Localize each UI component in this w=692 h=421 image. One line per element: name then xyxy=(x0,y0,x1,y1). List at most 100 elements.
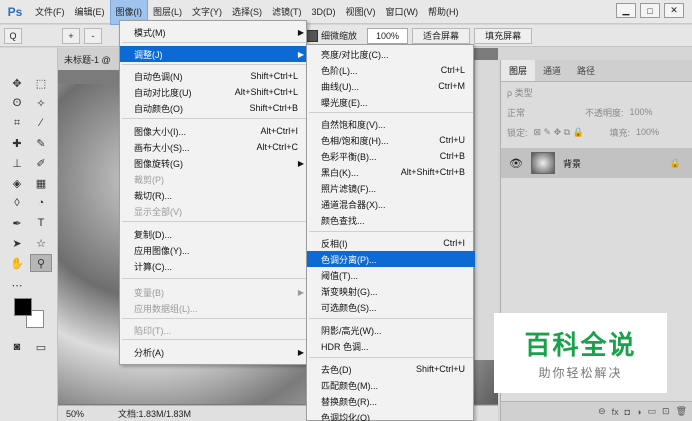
window-controls: ▁ □ ✕ xyxy=(616,3,684,18)
fx-icon[interactable]: fx xyxy=(612,407,619,417)
menu-item[interactable]: 照片滤镜(F)... xyxy=(307,180,475,196)
menu-item[interactable]: 图像大小(I)... Alt+Ctrl+I xyxy=(120,123,308,139)
tab-layers[interactable]: 图层 xyxy=(501,60,536,81)
fill-field[interactable]: 100% xyxy=(636,127,659,137)
zoom-tool-preset-icon[interactable]: Q xyxy=(4,27,22,44)
magic-wand-icon[interactable]: ✧ xyxy=(30,94,52,112)
menu-item[interactable]: 色调分离(P)... xyxy=(307,251,475,267)
eyedropper-icon[interactable]: ⁄ xyxy=(30,114,52,132)
lasso-tool-icon[interactable]: ʘ xyxy=(6,94,28,112)
minimize-button[interactable]: ▁ xyxy=(616,3,636,18)
healing-brush-icon[interactable]: ✚ xyxy=(6,134,28,152)
more-tools-icon[interactable]: ⋯ xyxy=(6,276,28,294)
menu-item[interactable]: 裁切(R)... xyxy=(120,187,308,203)
menu-item[interactable]: 自动色调(N) Shift+Ctrl+L xyxy=(120,68,308,84)
menu-8[interactable]: 视图(V) xyxy=(341,0,381,24)
document-tab[interactable]: 未标题-1 @ xyxy=(58,48,120,70)
close-button[interactable]: ✕ xyxy=(664,3,684,18)
menu-item[interactable]: 应用图像(Y)... xyxy=(120,242,308,258)
menu-10[interactable]: 帮助(H) xyxy=(423,0,464,24)
hand-tool-icon[interactable]: ✋ xyxy=(6,254,28,272)
menu-item[interactable]: 模式(M) ▶ xyxy=(120,24,308,40)
pen-tool-icon[interactable]: ✒ xyxy=(6,214,28,232)
menu-item[interactable]: 反相(I) Ctrl+I xyxy=(307,235,475,251)
document-info: 文档:1.83M/1.83M xyxy=(118,409,192,419)
dodge-tool-icon[interactable]: ◔ xyxy=(30,194,52,212)
lock-icons[interactable]: ⊠ ✎ ✥ ⧉ 🔒 xyxy=(534,127,604,138)
layer-row-background[interactable]: 👁 背景 🔒 xyxy=(501,148,692,178)
adjustment-layer-icon[interactable]: ◑ xyxy=(636,407,641,417)
history-brush-icon[interactable]: ✐ xyxy=(30,154,52,172)
zoom-percent-field[interactable]: 100% xyxy=(367,27,409,44)
menu-item[interactable]: 复制(D)... xyxy=(120,226,308,242)
path-select-icon[interactable]: ➤ xyxy=(6,234,28,252)
group-icon[interactable]: ▭ xyxy=(648,406,657,417)
trash-icon[interactable]: 🗑 xyxy=(676,406,687,417)
menu-item[interactable]: 阈值(T)... xyxy=(307,267,475,283)
menu-item[interactable]: 分析(A) ▶ xyxy=(120,344,308,360)
menu-item[interactable]: 色调均化(Q) xyxy=(307,409,475,421)
blur-tool-icon[interactable]: ◊ xyxy=(6,194,28,212)
gradient-tool-icon[interactable]: ▦ xyxy=(30,174,52,192)
menu-item[interactable]: 自动对比度(U) Alt+Shift+Ctrl+L xyxy=(120,84,308,100)
menu-item[interactable]: 亮度/对比度(C)... xyxy=(307,46,475,62)
screen-mode-icon[interactable]: ▭ xyxy=(30,338,52,356)
menu-7[interactable]: 3D(D) xyxy=(307,0,341,24)
menu-item[interactable]: 颜色查找... xyxy=(307,212,475,228)
menu-0[interactable]: 文件(F) xyxy=(30,0,70,24)
menu-item[interactable]: 色彩平衡(B)... Ctrl+B xyxy=(307,148,475,164)
move-tool-icon[interactable]: ✥ xyxy=(6,74,28,92)
fit-screen-button[interactable]: 适合屏幕 xyxy=(412,27,471,44)
menu-item[interactable]: 通道混合器(X)... xyxy=(307,196,475,212)
menu-item[interactable]: 画布大小(S)... Alt+Ctrl+C xyxy=(120,139,308,155)
menu-item[interactable]: 色相/饱和度(H)... Ctrl+U xyxy=(307,132,475,148)
tab-paths[interactable]: 路径 xyxy=(569,60,603,81)
menu-item[interactable]: 自然饱和度(V)... xyxy=(307,116,475,132)
opacity-field[interactable]: 100% xyxy=(630,107,653,117)
fill-label: 填充: xyxy=(609,127,631,138)
shape-tool-icon[interactable]: ☆ xyxy=(30,234,52,252)
brush-tool-icon[interactable]: ✎ xyxy=(30,134,52,152)
menu-item[interactable]: 自动颜色(O) Shift+Ctrl+B xyxy=(120,100,308,116)
menu-1[interactable]: 编辑(E) xyxy=(70,0,110,24)
menu-item[interactable]: 渐变映射(G)... xyxy=(307,283,475,299)
marquee-tool-icon[interactable]: ⬚ xyxy=(30,74,52,92)
menu-item[interactable]: 替换颜色(R)... xyxy=(307,393,475,409)
zoom-options: 细微缩放 100% 适合屏幕 填充屏幕 xyxy=(302,27,533,44)
zoom-out-button[interactable]: - xyxy=(84,27,102,44)
foreground-color-swatch[interactable] xyxy=(14,298,32,316)
eraser-icon[interactable]: ◈ xyxy=(6,174,28,192)
link-layers-icon[interactable]: ⊖ xyxy=(598,406,606,417)
menu-item[interactable]: 黑白(K)... Alt+Shift+Ctrl+B xyxy=(307,164,475,180)
menu-item[interactable]: 调整(J) ▶ xyxy=(120,46,308,62)
clone-stamp-icon[interactable]: ⊥ xyxy=(6,154,28,172)
zoom-level[interactable]: 50% xyxy=(58,409,92,419)
type-tool-icon[interactable]: T xyxy=(30,214,52,232)
menu-item[interactable]: 曝光度(E)... xyxy=(307,94,475,110)
fill-screen-button[interactable]: 填充屏幕 xyxy=(474,27,533,44)
menu-item[interactable]: 计算(C)... xyxy=(120,258,308,274)
menu-item[interactable]: 可选颜色(S)... xyxy=(307,299,475,315)
add-mask-icon[interactable]: ◘ xyxy=(625,407,630,417)
menu-item[interactable]: HDR 色调... xyxy=(307,338,475,354)
eye-icon[interactable]: 👁 xyxy=(509,157,523,170)
tab-channels[interactable]: 通道 xyxy=(535,60,569,81)
maximize-button[interactable]: □ xyxy=(640,3,660,18)
new-layer-icon[interactable]: ⊡ xyxy=(662,406,670,417)
menu-item[interactable]: 去色(D) Shift+Ctrl+U xyxy=(307,361,475,377)
filter-type-select[interactable]: ρ 类型 xyxy=(507,86,533,99)
quick-mask-icon[interactable]: ◙ xyxy=(6,338,28,356)
menu-item[interactable]: 阴影/高光(W)... xyxy=(307,322,475,338)
menu-separator xyxy=(309,112,473,113)
menu-item[interactable]: 曲线(U)... Ctrl+M xyxy=(307,78,475,94)
menu-item[interactable]: 匹配颜色(M)... xyxy=(307,377,475,393)
zoom-in-button[interactable]: + xyxy=(62,27,80,44)
lock-icon: 🔒 xyxy=(669,157,681,168)
menu-item[interactable]: 图像旋转(G) ▶ xyxy=(120,155,308,171)
crop-tool-icon[interactable]: ⌗ xyxy=(6,114,28,132)
photoshop-logo: Ps xyxy=(7,4,23,19)
menu-item[interactable]: 色阶(L)... Ctrl+L xyxy=(307,62,475,78)
menu-9[interactable]: 窗口(W) xyxy=(381,0,424,24)
blend-mode-select[interactable]: 正常 xyxy=(507,106,579,119)
zoom-tool-icon[interactable]: ⚲ xyxy=(30,254,52,272)
